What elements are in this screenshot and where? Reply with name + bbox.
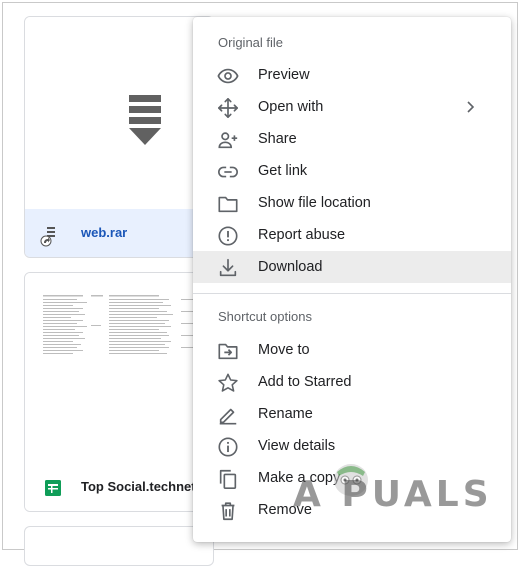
move-arrows-icon	[218, 98, 238, 118]
menu-item-label: Add to Starred	[258, 374, 352, 390]
menu-item-label: Move to	[258, 342, 310, 358]
link-icon	[218, 166, 238, 178]
file-thumbnail	[25, 273, 213, 463]
pencil-icon	[219, 408, 237, 425]
menu-item-label: Make a copy	[258, 470, 341, 486]
star-icon	[218, 373, 238, 392]
menu-item-preview[interactable]: Preview	[193, 59, 511, 91]
menu-item-remove[interactable]: Remove	[193, 494, 511, 526]
file-card-web-rar[interactable]: web.rar	[24, 16, 214, 258]
person-add-icon	[218, 132, 238, 149]
menu-item-get-link[interactable]: Get link	[193, 155, 511, 187]
folder-icon	[218, 196, 238, 213]
file-name[interactable]: web.rar	[81, 225, 127, 240]
menu-item-label: Preview	[258, 67, 310, 83]
context-menu: Original file Preview Open with Share Ge…	[193, 17, 511, 542]
alert-circle-icon	[218, 226, 238, 246]
menu-item-label: View details	[258, 438, 336, 454]
menu-item-view-details[interactable]: View details	[193, 430, 511, 462]
file-card-partial[interactable]	[24, 526, 214, 566]
menu-divider	[193, 293, 511, 294]
info-icon	[218, 437, 238, 457]
menu-item-label: Open with	[258, 99, 324, 115]
menu-item-label: Report abuse	[258, 227, 346, 243]
file-card-top-social[interactable]: Top Social.technet	[24, 272, 214, 512]
menu-item-label: Download	[258, 259, 323, 275]
chevron-right-icon	[467, 101, 475, 113]
menu-item-label: Get link	[258, 163, 308, 179]
file-thumbnail	[25, 17, 213, 209]
menu-item-add-to-starred[interactable]: Add to Starred	[193, 366, 511, 398]
sheets-icon	[45, 480, 61, 496]
menu-item-show-file-location[interactable]: Show file location	[193, 187, 511, 219]
menu-section-shortcut-options: Shortcut options	[218, 309, 312, 324]
menu-item-label: Remove	[258, 502, 312, 518]
menu-item-move-to[interactable]: Move to	[193, 334, 511, 366]
shortcut-archive-icon	[40, 227, 55, 247]
menu-section-original-file: Original file	[218, 35, 284, 50]
trash-icon	[221, 502, 235, 521]
download-icon	[219, 258, 237, 277]
spreadsheet-preview	[43, 295, 207, 354]
menu-item-label: Rename	[258, 406, 313, 422]
menu-item-make-a-copy[interactable]: Make a copy	[193, 462, 511, 494]
menu-item-report-abuse[interactable]: Report abuse	[193, 219, 511, 251]
copy-icon	[219, 469, 237, 489]
eye-icon	[217, 68, 239, 84]
menu-item-label: Show file location	[258, 195, 371, 211]
move-to-folder-icon	[218, 343, 238, 360]
menu-item-label: Share	[258, 131, 297, 147]
menu-item-open-with[interactable]: Open with	[193, 91, 511, 123]
file-card-footer: Top Social.technet	[25, 463, 213, 511]
file-card-footer: web.rar	[25, 209, 213, 257]
file-name[interactable]: Top Social.technet	[81, 479, 196, 494]
menu-item-rename[interactable]: Rename	[193, 398, 511, 430]
archive-icon	[129, 95, 161, 145]
menu-item-download[interactable]: Download	[193, 251, 511, 283]
menu-item-share[interactable]: Share	[193, 123, 511, 155]
